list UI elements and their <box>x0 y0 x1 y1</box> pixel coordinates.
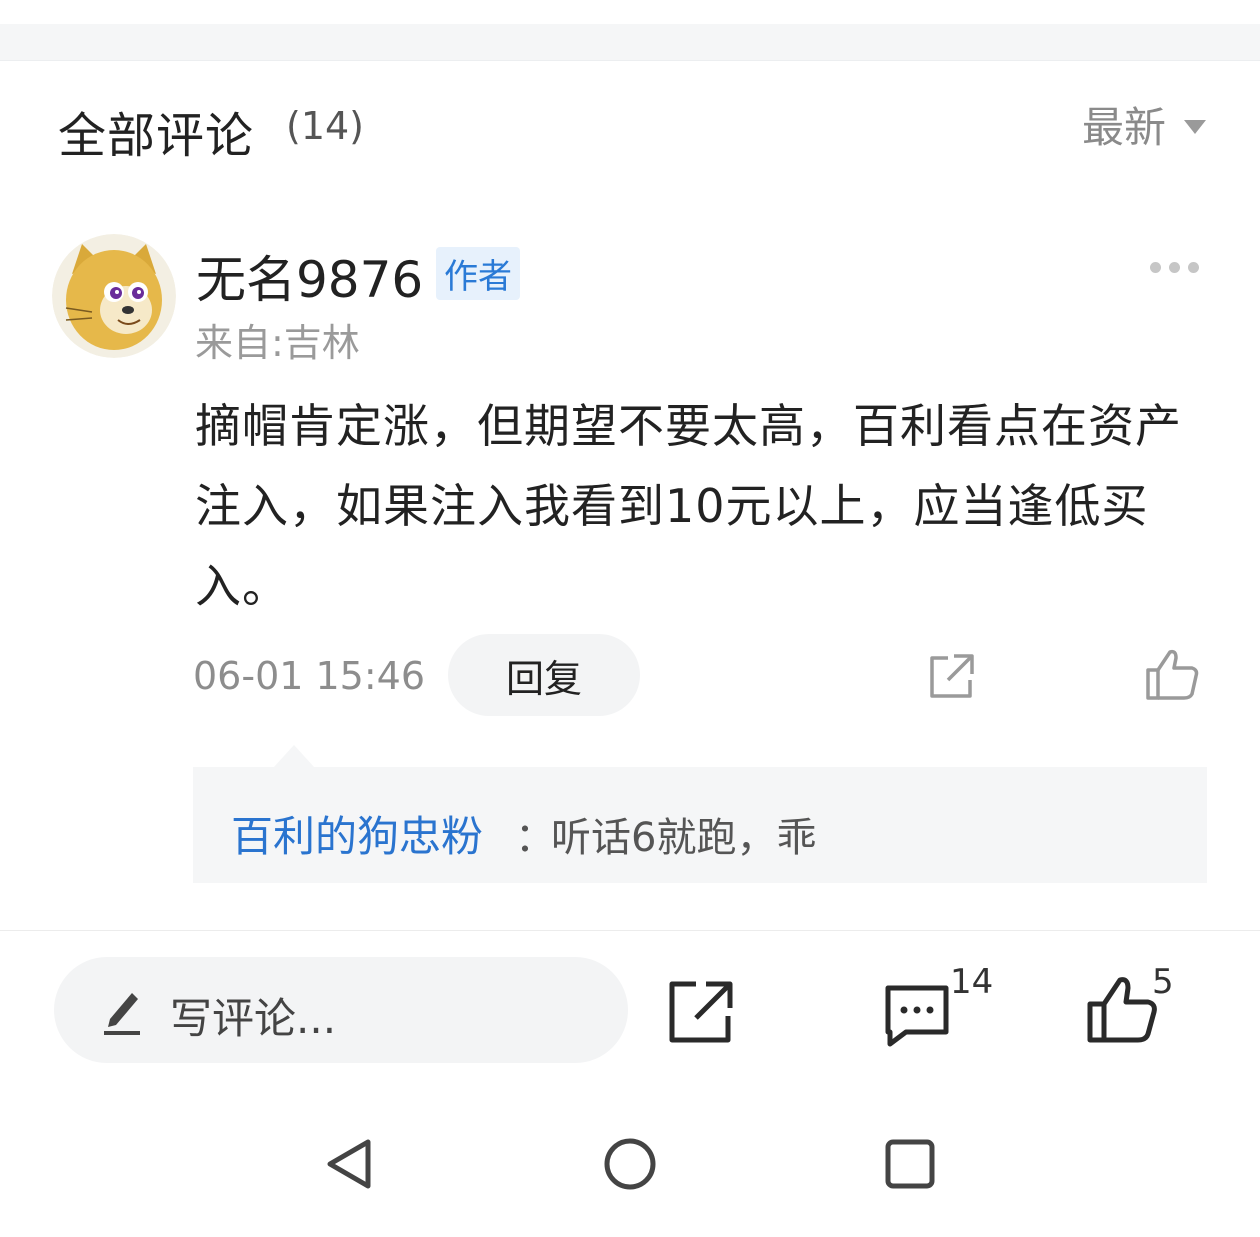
write-comment-placeholder: 写评论... <box>170 994 337 1043</box>
status-bar-area <box>0 0 1260 24</box>
sub-reply-box[interactable]: 百利的狗忠粉 ： 听话6就跑，乖 <box>193 767 1207 883</box>
nav-home-icon[interactable] <box>602 1136 658 1192</box>
comment-username[interactable]: 无名9876 <box>196 240 423 312</box>
more-dots-icon[interactable] <box>1150 262 1199 273</box>
comment-bubble-icon[interactable] <box>880 980 952 1048</box>
bottom-divider <box>0 930 1260 931</box>
nav-recent-icon[interactable] <box>884 1138 936 1190</box>
comments-title: 全部评论 <box>58 108 255 164</box>
comment-count-badge: 14 <box>950 962 994 1002</box>
thumbs-up-icon[interactable] <box>1144 646 1200 702</box>
triangle-down-icon <box>1184 119 1206 134</box>
share-icon[interactable] <box>924 650 978 704</box>
write-comment-input[interactable]: 写评论... <box>54 957 628 1063</box>
section-separator <box>0 24 1260 61</box>
pencil-icon <box>104 993 140 1035</box>
thumbs-up-icon[interactable] <box>1086 974 1158 1046</box>
author-badge: 作者 <box>436 247 520 300</box>
sub-reply-text: 听话6就跑，乖 <box>551 815 817 861</box>
sub-reply-separator: ： <box>515 815 555 861</box>
comment-location: 来自:吉林 <box>195 321 360 365</box>
nav-back-icon[interactable] <box>322 1136 378 1192</box>
comment-time: 06-01 15:46 <box>193 654 426 698</box>
share-icon[interactable] <box>666 978 736 1046</box>
sub-reply-pointer <box>274 745 314 767</box>
like-count-badge: 5 <box>1152 962 1174 1002</box>
reply-label: 回复 <box>505 656 582 701</box>
sort-dropdown[interactable]: 最新 <box>1082 94 1206 155</box>
comment-content: 摘帽肯定涨，但期望不要太高，百利看点在资产注入，如果注入我看到10元以上，应当逢… <box>195 399 1182 613</box>
sort-label: 最新 <box>1081 103 1166 152</box>
sub-reply-username[interactable]: 百利的狗忠粉 <box>231 803 483 864</box>
comments-count: (14) <box>286 104 365 148</box>
reply-button[interactable]: 回复 <box>448 634 640 716</box>
avatar[interactable] <box>52 234 176 358</box>
